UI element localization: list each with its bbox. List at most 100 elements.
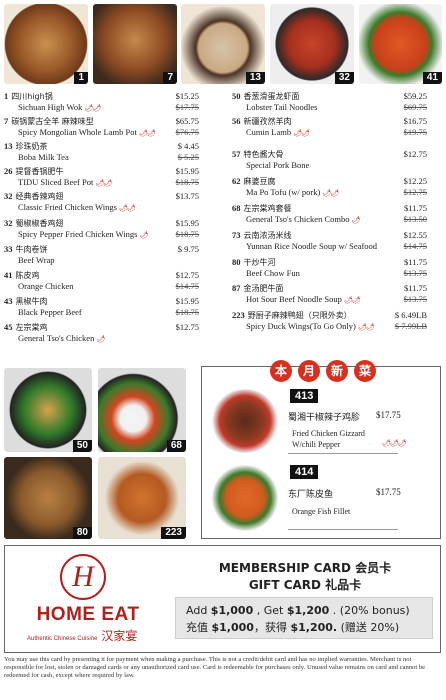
pepper-icon: 🌶 xyxy=(351,216,361,224)
special-photo-414 xyxy=(212,465,278,531)
item-name-en: Beef Wrap xyxy=(18,255,55,265)
pepper-icon: 🌶🌶 xyxy=(358,323,375,331)
item-old-price: $13.50 xyxy=(403,214,427,224)
item-number: 57 xyxy=(232,149,241,159)
item-old-price: $18.75 xyxy=(175,307,199,317)
special-price: $17.75 xyxy=(376,410,401,420)
item-number: 41 xyxy=(4,270,13,280)
item-price: $15.95 xyxy=(175,166,199,176)
special-name-zh: 东厂陈皮鱼 xyxy=(288,490,334,500)
item-old-price: $14.75 xyxy=(175,281,199,291)
photo-number: 32 xyxy=(334,72,354,84)
item-name-zh: 香葱滑蛋龙虾面 xyxy=(243,92,300,101)
photo-dish-1: 1 xyxy=(4,4,88,84)
pepper-icon: 🌶🌶 xyxy=(343,296,361,304)
photo-dish-13: 13 xyxy=(181,4,265,84)
photo-number: 80 xyxy=(72,527,92,539)
card-subtitle: GIFT CARD 礼品卡 xyxy=(248,578,362,592)
menu-item: 32 经典香辣鸡翅 $13.75 Classic Fried Chicken Wing… xyxy=(4,191,199,213)
item-price: $16.75 xyxy=(403,116,427,126)
item-name-en: Classic Fried Chicken Wings xyxy=(18,202,117,212)
item-number: 223 xyxy=(232,310,245,320)
photo-number: 13 xyxy=(245,72,265,84)
pepper-icon: 🌶 xyxy=(139,231,149,239)
item-old-price: $17.75 xyxy=(175,102,199,112)
item-number: 62 xyxy=(232,176,241,186)
item-old-price: $13.75 xyxy=(403,268,427,278)
item-name-zh: 碳锅蒙古全羊 麻辣味型 xyxy=(11,117,94,126)
item-name-zh: 珍珠奶茶 xyxy=(15,142,48,151)
item-name-zh: 提督香锅肥牛 xyxy=(15,167,64,176)
item-old-price: $18.75 xyxy=(175,229,199,239)
pepper-icon: 🌶🌶 xyxy=(293,129,310,137)
logo-subtitle: Authentic Chinese Cuisine xyxy=(27,636,98,642)
fine-print: You may use this card by presenting it f… xyxy=(4,656,426,679)
card-title: MEMBERSHIP CARD 会员卡 xyxy=(218,561,392,575)
item-old-price: $14.75 xyxy=(403,241,427,251)
item-old-price: $ 7.99LB xyxy=(394,321,427,331)
item-name-en: Orange Chicken xyxy=(18,281,74,291)
item-name-en: Boba Milk Tea xyxy=(18,152,69,162)
item-name-en: Spicy Duck Wings(To Go Only) xyxy=(246,321,356,331)
menu-item: 57 特色酱大骨 $12.75 Special Pork Bone xyxy=(232,149,427,171)
menu-item: 33 牛肉卷饼 $ 9.75 Beef Wrap xyxy=(4,244,199,266)
item-price: $11.75 xyxy=(403,257,427,267)
pepper-icon: 🌶🌶 xyxy=(95,179,112,187)
photo-number: 41 xyxy=(422,72,442,84)
menu-item: 41 陈皮鸡 $12.75 Orange Chicken $14.75 xyxy=(4,270,199,292)
item-number: 87 xyxy=(232,283,241,293)
item-name-zh: 蜀椒椒香鸡翅 xyxy=(15,219,64,228)
item-price: $12.75 xyxy=(403,149,427,159)
badge-char: 本 xyxy=(270,360,292,382)
special-name-en: Fried Chicken Gizzard xyxy=(292,429,365,438)
item-price: $59.25 xyxy=(403,91,427,101)
menu-item: 68 左宗棠鸡套餐 $11.75 General Tso's Chicken Comb… xyxy=(232,203,427,225)
item-price: $12.55 xyxy=(403,230,427,240)
photo-number: 68 xyxy=(166,440,186,452)
item-name-zh: 野厨子麻辣鸭翅（只限外卖） xyxy=(247,311,352,320)
item-name-zh: 左宗棠鸡套餐 xyxy=(243,204,292,213)
item-name-en: Lobster Tail Noodles xyxy=(246,102,318,112)
item-name-en: General Tso's Chicken xyxy=(18,333,95,343)
item-price: $ 6.49LB xyxy=(394,310,427,320)
item-name-zh: 黑椒牛肉 xyxy=(15,297,48,306)
item-name-zh: 新疆孜然羊肉 xyxy=(243,117,292,126)
item-price: $ 4.45 xyxy=(177,141,199,151)
menu-item: 13 珍珠奶茶 $ 4.45 Boba Milk Tea $ 5.25 xyxy=(4,141,199,163)
special-price: $17.75 xyxy=(376,487,401,497)
menu-item: 87 金汤肥牛面 $11.75 Hot Sour Beef Noodle Soup 🌶… xyxy=(232,283,427,305)
photo-dish-50: 50 xyxy=(4,368,92,452)
item-old-price: $18.75 xyxy=(175,177,199,187)
menu-item: 32 蜀椒椒香鸡翅 $15.95 Spicy Pepper Fried Chicken… xyxy=(4,218,199,240)
item-price: $13.75 xyxy=(175,191,199,201)
item-name-zh: 云南浓汤米线 xyxy=(243,231,292,240)
item-name-zh: 麻婆豆腐 xyxy=(243,177,276,186)
special-number: 414 xyxy=(290,465,319,479)
badge-char: 菜 xyxy=(354,360,376,382)
item-number: 26 xyxy=(4,166,13,176)
menu-item: 1 四川high锅 $15.25 Sichuan High Wok 🌶🌶 $17.75 xyxy=(4,91,199,113)
item-price: $12.25 xyxy=(403,176,427,186)
special-name-zh: 蜀湘干椒辣子鸡胗 xyxy=(288,413,361,423)
item-number: 56 xyxy=(232,116,241,126)
pepper-icon: 🌶🌶🌶 xyxy=(382,439,407,447)
item-number: 1 xyxy=(4,91,9,101)
item-name-en: Ma Po Tofu (w/ pork) xyxy=(246,187,321,197)
membership-card-panel: H HOME EAT Authentic Chinese Cuisine 汉家宴… xyxy=(4,545,441,653)
item-name-en: TIDU Sliced Beef Pot xyxy=(18,177,94,187)
item-price: $65.75 xyxy=(175,116,199,126)
item-name-en: Cumin Lamb xyxy=(246,127,292,137)
item-name-zh: 金汤肥牛面 xyxy=(243,284,284,293)
logo-name: HOME EAT xyxy=(36,604,140,625)
photo-number: 223 xyxy=(161,527,186,539)
logo-icon: H xyxy=(60,554,106,600)
item-number: 33 xyxy=(4,244,13,254)
logo-chinese: 汉家宴 xyxy=(101,629,138,643)
item-number: 73 xyxy=(232,230,241,240)
item-number: 68 xyxy=(232,203,241,213)
item-number: 32 xyxy=(4,191,13,201)
item-old-price: $13.75 xyxy=(403,294,427,304)
photo-dish-32: 32 xyxy=(270,4,354,84)
badge-char: 新 xyxy=(326,360,348,382)
item-name-en: Special Pork Bone xyxy=(246,160,310,170)
